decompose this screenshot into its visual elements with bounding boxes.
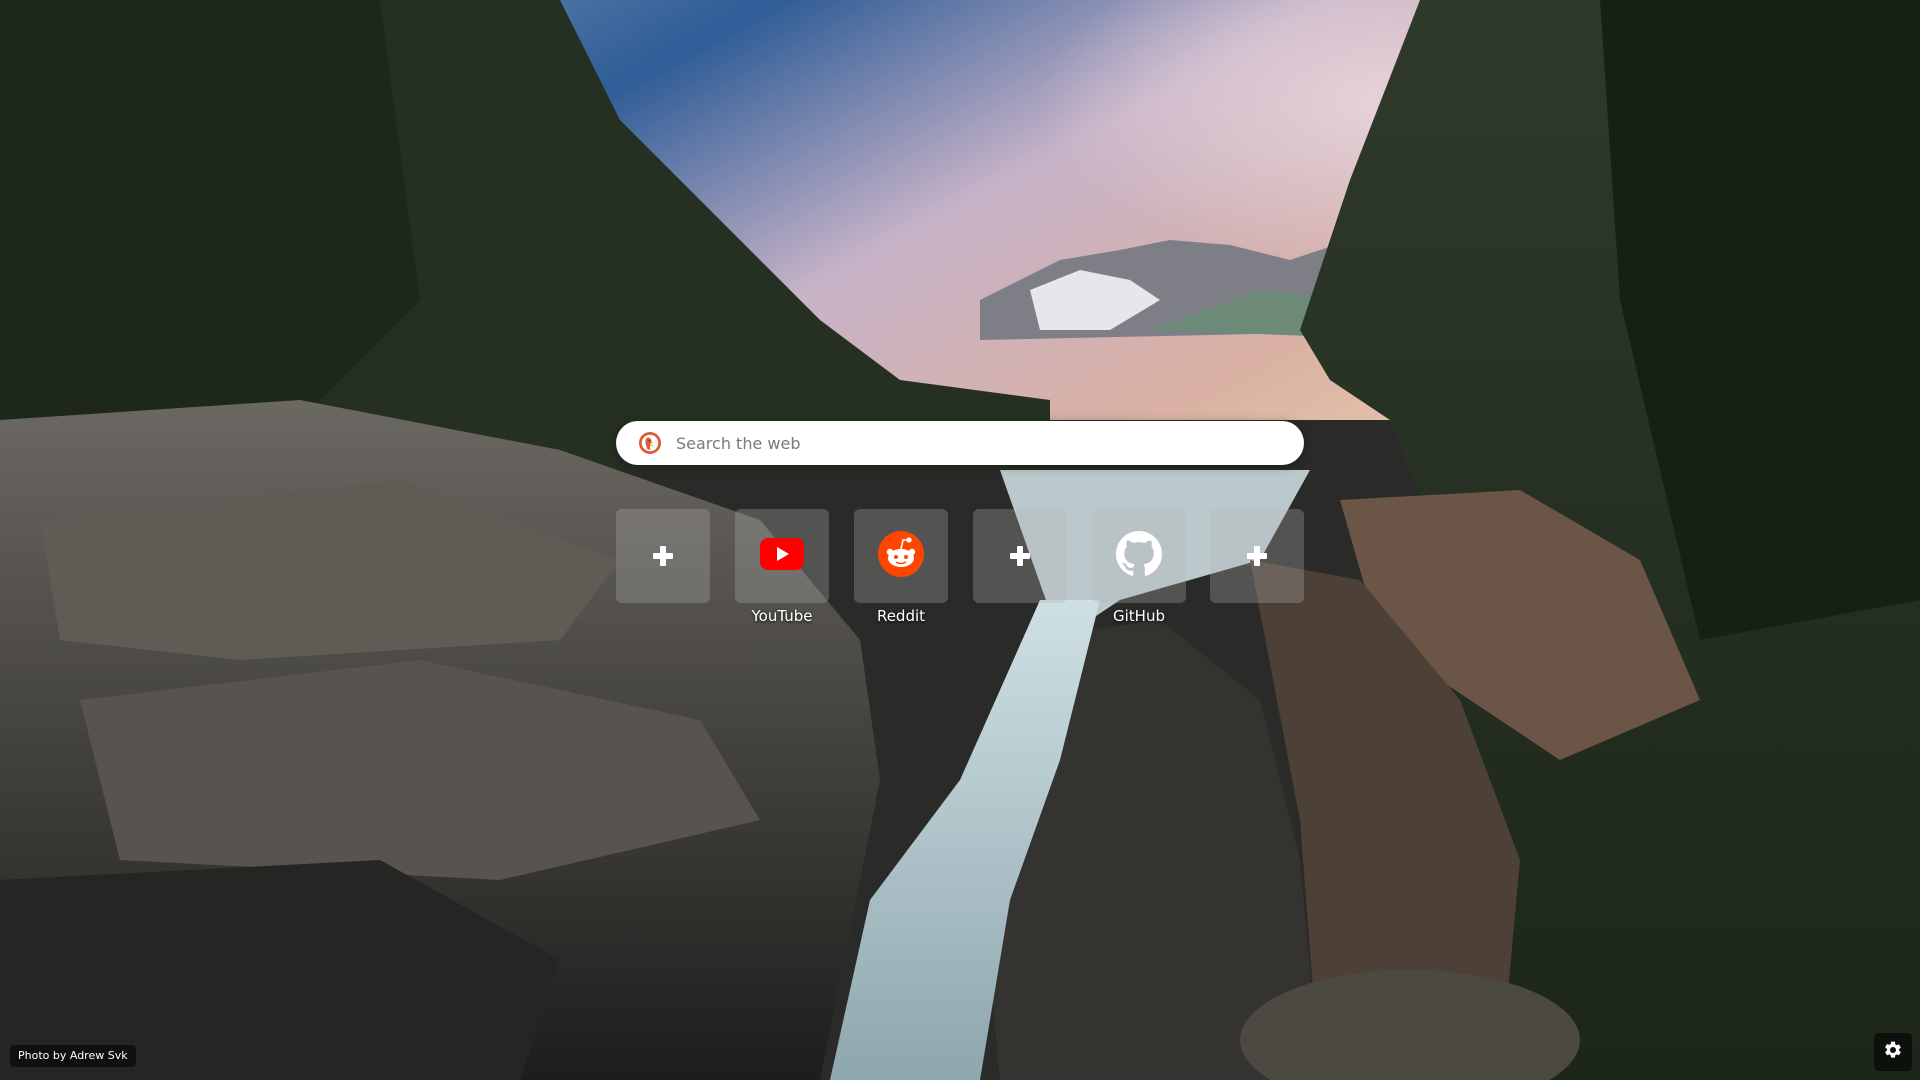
github-tile[interactable] — [1092, 509, 1186, 603]
add-shortcut-tile[interactable] — [973, 509, 1067, 603]
plus-icon — [653, 546, 673, 566]
search-input[interactable] — [676, 428, 1276, 458]
plus-icon — [1247, 546, 1267, 566]
speed-dial: YouTube Reddit GitHub — [616, 509, 1304, 629]
plus-icon — [1010, 546, 1030, 566]
add-shortcut-tile[interactable] — [616, 509, 710, 603]
duckduckgo-icon — [638, 431, 662, 455]
reddit-tile[interactable] — [854, 509, 948, 603]
gear-icon — [1883, 1040, 1903, 1064]
reddit-icon — [878, 531, 924, 581]
reddit-label: Reddit — [876, 607, 926, 625]
youtube-label: YouTube — [751, 607, 813, 625]
github-icon — [1116, 531, 1162, 581]
youtube-icon — [760, 538, 804, 574]
search-bar[interactable] — [616, 421, 1304, 465]
photo-credit[interactable]: Photo by Adrew Svk — [10, 1045, 136, 1067]
add-shortcut-tile[interactable] — [1210, 509, 1304, 603]
github-label: GitHub — [1113, 607, 1165, 625]
youtube-tile[interactable] — [735, 509, 829, 603]
settings-button[interactable] — [1874, 1033, 1912, 1071]
